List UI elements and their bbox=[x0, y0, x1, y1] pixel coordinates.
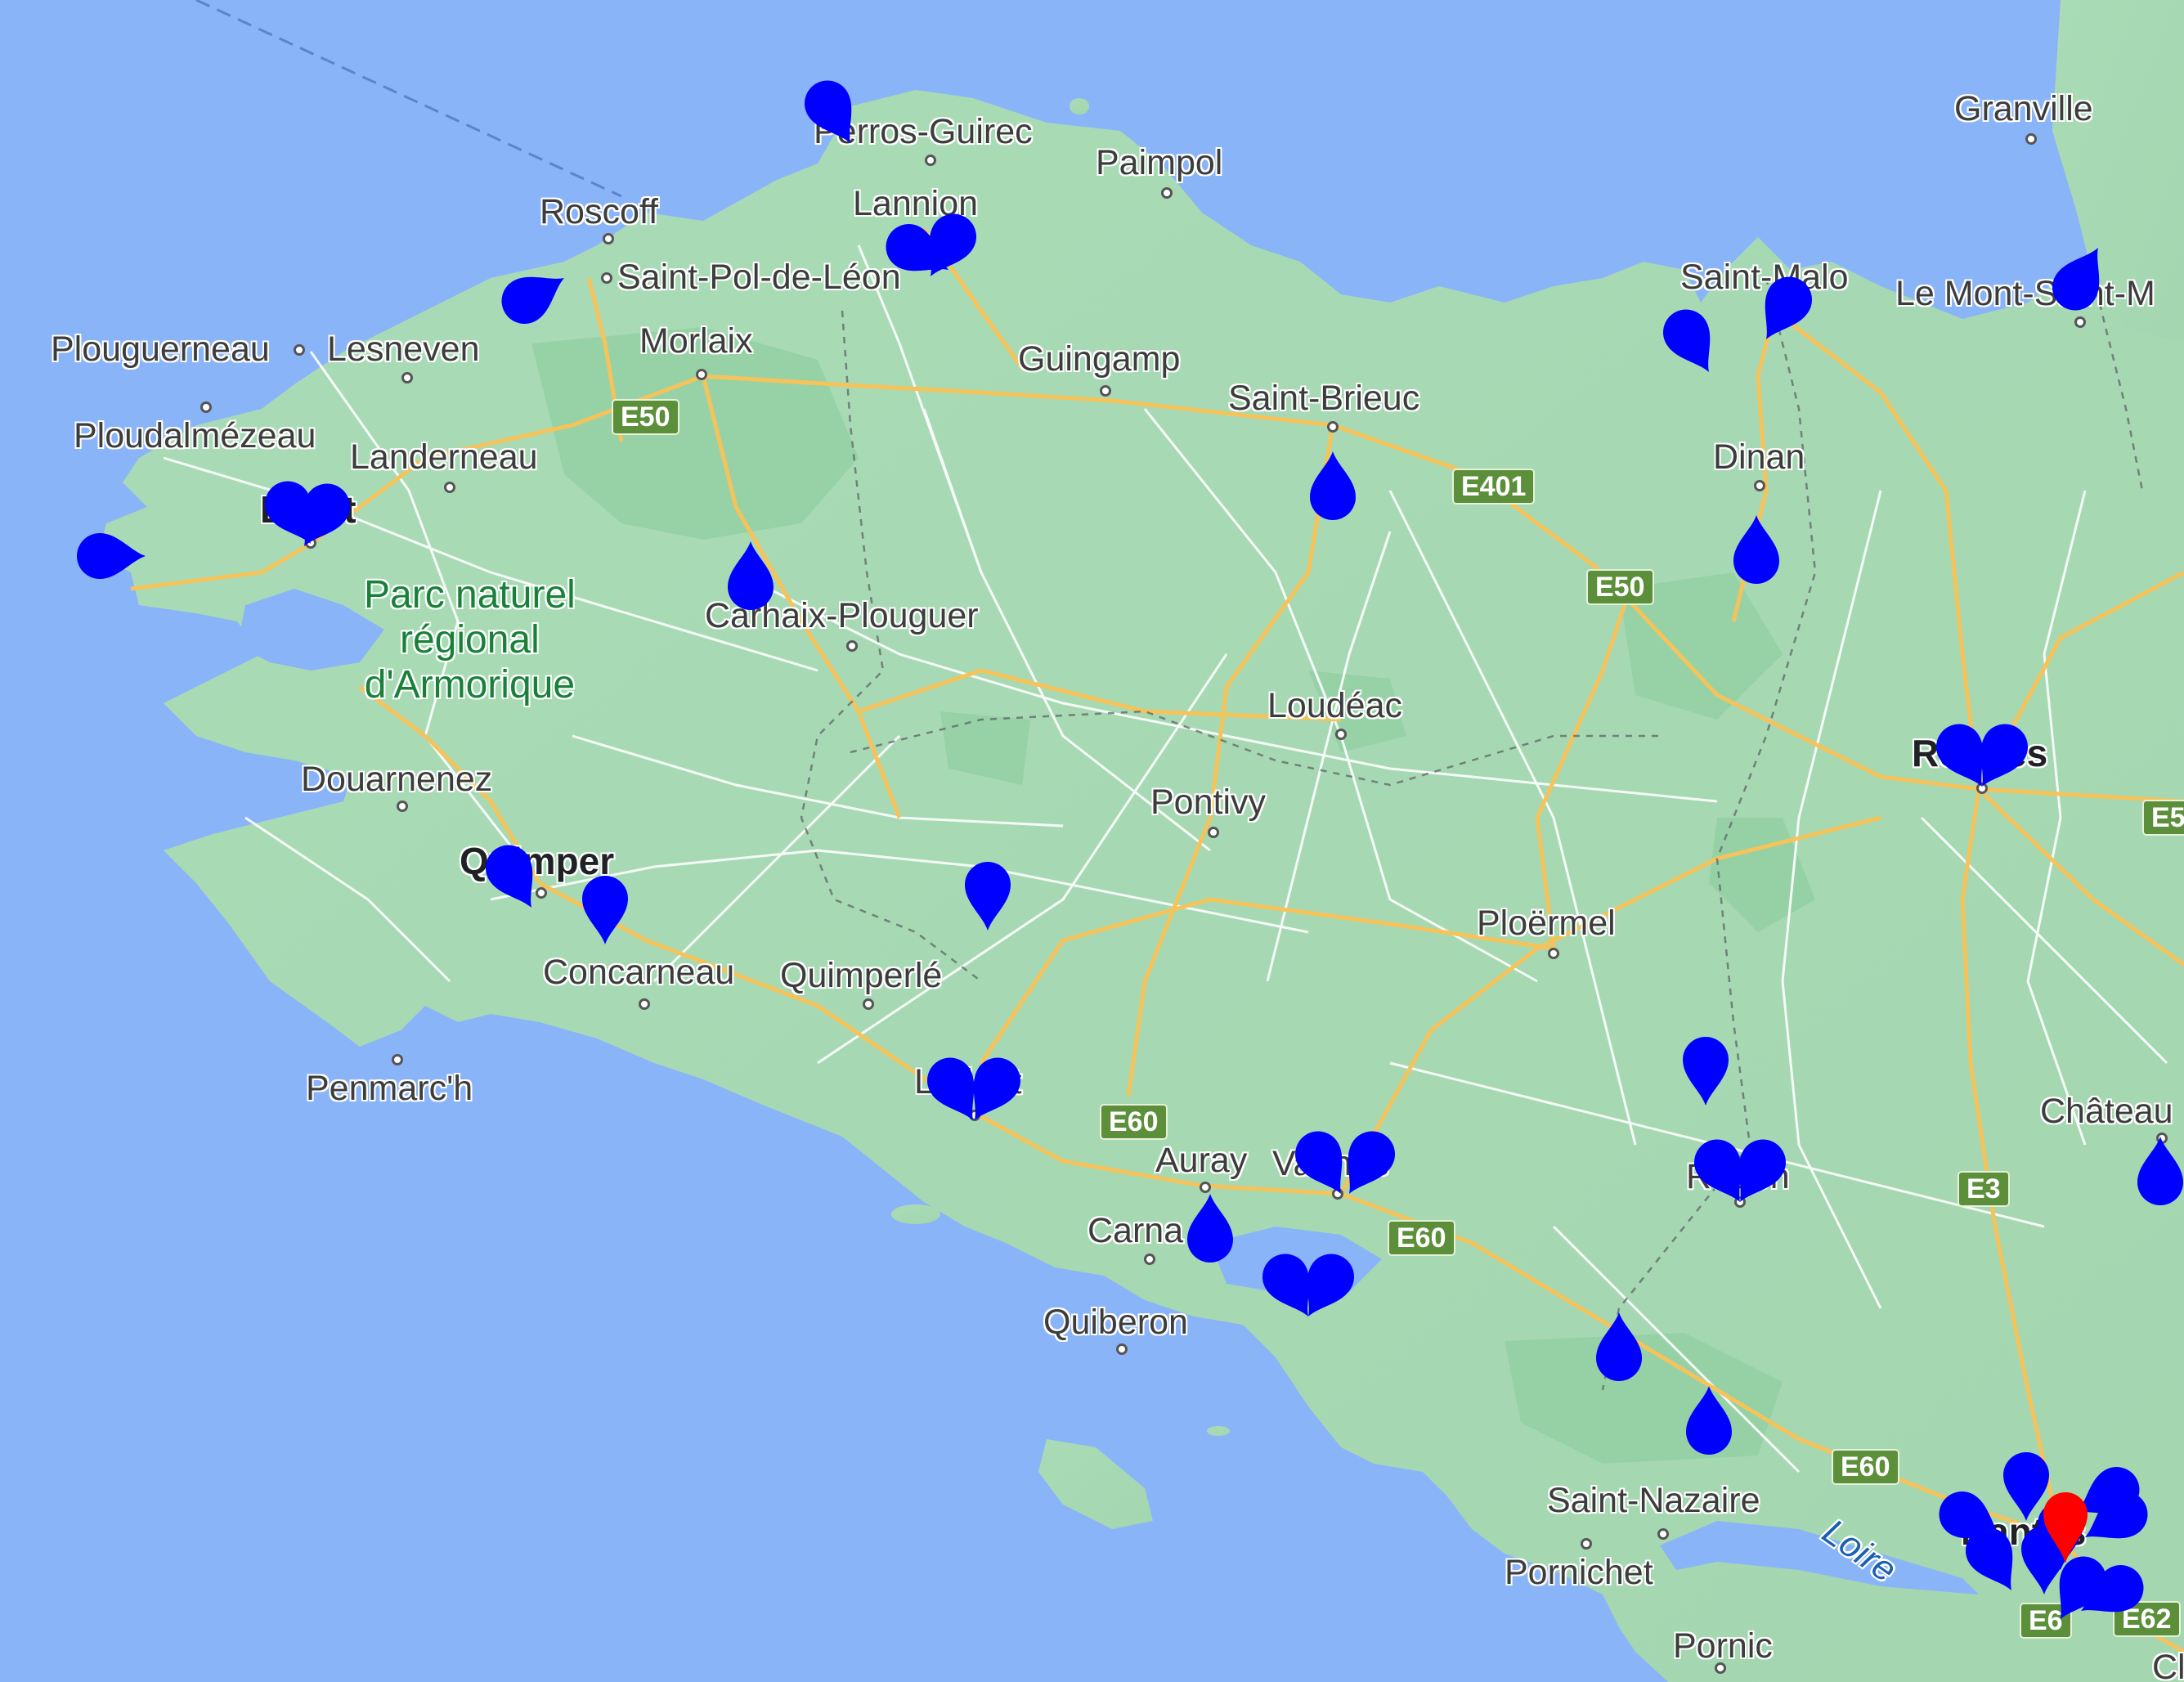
map-marker[interactable] bbox=[728, 541, 774, 610]
map-marker[interactable] bbox=[582, 876, 628, 944]
map-marker[interactable] bbox=[965, 862, 1011, 931]
map-marker[interactable] bbox=[493, 258, 576, 332]
map-marker[interactable] bbox=[1747, 268, 1820, 351]
map-marker[interactable] bbox=[1310, 451, 1356, 520]
map-marker[interactable] bbox=[478, 837, 551, 919]
map-view[interactable]: Perros-Guirec Paimpol Granville Roscoff Lann… bbox=[0, 0, 2184, 1682]
map-marker[interactable] bbox=[1683, 1037, 1729, 1106]
map-marker[interactable] bbox=[1596, 1312, 1642, 1381]
markers-svg bbox=[77, 72, 2183, 1619]
map-marker[interactable] bbox=[77, 533, 146, 579]
map-marker[interactable] bbox=[1686, 1386, 1732, 1455]
map-marker[interactable] bbox=[2044, 236, 2118, 319]
map-marker[interactable] bbox=[1187, 1194, 1233, 1263]
map-marker[interactable] bbox=[1655, 301, 1729, 383]
map-marker[interactable] bbox=[1733, 515, 1779, 584]
map-marker[interactable] bbox=[796, 72, 870, 155]
map-marker[interactable] bbox=[2137, 1137, 2183, 1205]
